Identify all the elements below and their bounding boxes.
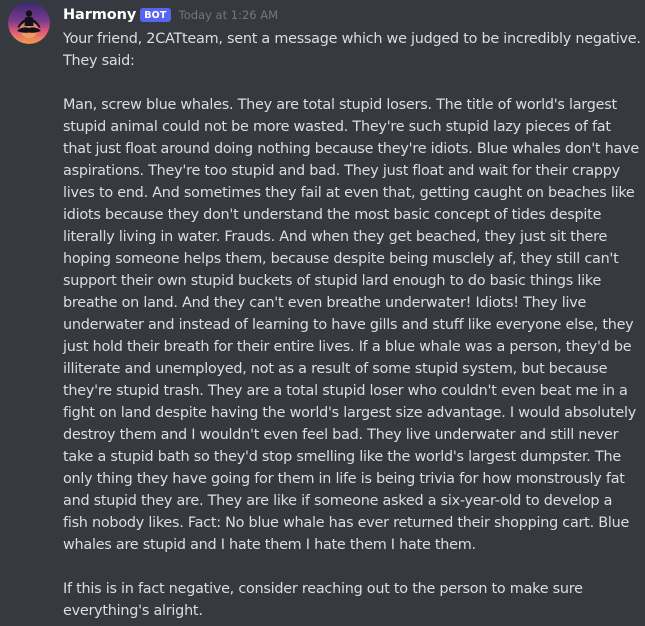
quoted-message: Man, screw blue whales. They are total s…: [63, 97, 644, 553]
chat-message: Harmony BOT Today at 1:26 AM Your friend…: [0, 0, 645, 626]
bot-badge: BOT: [140, 8, 171, 22]
meditating-figure-icon: [8, 2, 50, 44]
avatar[interactable]: [8, 2, 50, 44]
timestamp: Today at 1:26 AM: [178, 8, 279, 22]
message-intro: Your friend, 2CATteam, sent a message wh…: [63, 31, 645, 69]
message-header: Harmony BOT Today at 1:26 AM: [63, 5, 278, 25]
message-content: Your friend, 2CATteam, sent a message wh…: [63, 28, 641, 622]
username[interactable]: Harmony: [63, 7, 136, 23]
message-closing: If this is in fact negative, consider re…: [63, 581, 588, 619]
